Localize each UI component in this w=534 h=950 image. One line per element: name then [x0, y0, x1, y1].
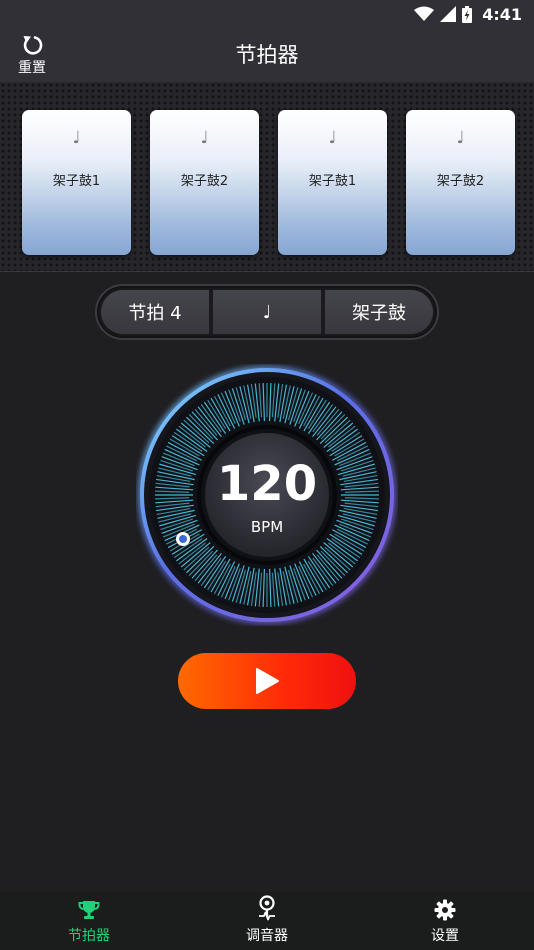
reset-label: 重置 [18, 59, 46, 76]
nav-tuner[interactable]: 调音器 [178, 892, 356, 950]
signal-icon [440, 6, 457, 22]
beat-card-label: 架子鼓2 [180, 174, 229, 189]
bpm-unit: BPM [250, 518, 284, 536]
status-time: 4:41 [482, 4, 522, 24]
nav-metronome[interactable]: 节拍器 [0, 892, 178, 950]
time-signature-button[interactable]: 节拍 4 [101, 290, 209, 334]
nav-label: 节拍器 [68, 928, 110, 944]
reset-icon [23, 35, 43, 55]
dial-knob-handle[interactable] [176, 532, 190, 546]
app-header: 重置 节拍器 [0, 28, 534, 82]
status-bar: 4:41 [0, 0, 534, 28]
beat-panel: ♩ 架子鼓1 ♩ 架子鼓2 ♩ 架子鼓1 ♩ 架子鼓2 [0, 82, 534, 272]
bottom-nav: 节拍器 调音器 设置 [0, 892, 534, 950]
play-button[interactable] [178, 653, 356, 709]
nav-label: 调音器 [246, 928, 288, 944]
note-icon: ♩ [456, 128, 465, 148]
play-icon [256, 668, 279, 694]
wifi-icon [414, 6, 435, 21]
nav-label: 设置 [431, 928, 459, 944]
gear-icon [434, 899, 456, 921]
beat-card-label: 架子鼓2 [436, 174, 485, 189]
sound-button[interactable]: 架子鼓 [325, 290, 433, 334]
pin-tuner-icon [259, 895, 275, 921]
trophy-icon [78, 901, 100, 919]
bpm-dial[interactable]: 120 BPM [136, 364, 398, 626]
note-icon: ♩ [72, 128, 81, 148]
beat-card-label: 架子鼓1 [308, 174, 357, 189]
bpm-value: 120 [216, 456, 318, 512]
beat-card-1[interactable]: ♩ 架子鼓1 [22, 110, 131, 255]
note-icon: ♩ [200, 128, 209, 148]
battery-icon [462, 5, 473, 23]
beat-card-label: 架子鼓1 [52, 174, 101, 189]
beat-card-2[interactable]: ♩ 架子鼓2 [150, 110, 259, 255]
nav-settings[interactable]: 设置 [356, 892, 534, 950]
beat-card-4[interactable]: ♩ 架子鼓2 [406, 110, 515, 255]
beat-card-3[interactable]: ♩ 架子鼓1 [278, 110, 387, 255]
beat-settings-segmented: 节拍 4 ♩ 架子鼓 [95, 284, 439, 340]
reset-button[interactable]: 重置 [10, 32, 54, 78]
note-value-button[interactable]: ♩ [213, 290, 321, 334]
note-icon: ♩ [328, 128, 337, 148]
page-title: 节拍器 [235, 43, 299, 67]
